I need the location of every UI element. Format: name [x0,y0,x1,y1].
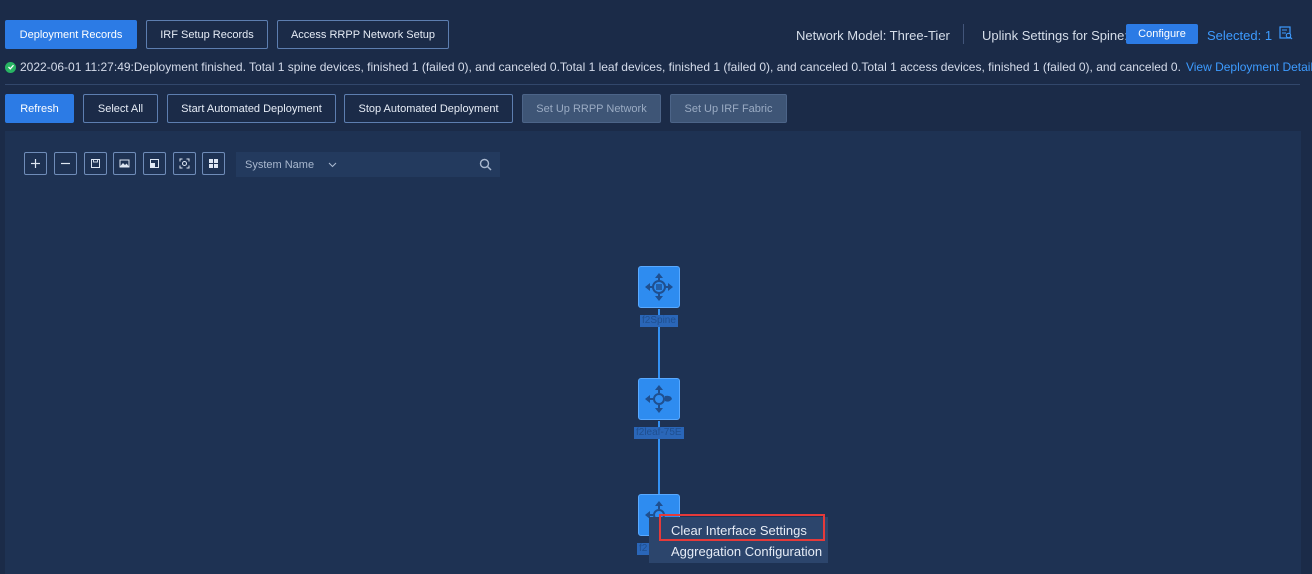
save-icon[interactable] [84,152,107,175]
tab-irf-setup-records[interactable]: IRF Setup Records [146,20,268,49]
success-check-icon [5,61,16,73]
network-model-label: Network Model: Three-Tier [796,27,950,43]
access-node-label: f2 [637,543,650,555]
leaf-node-label: f2leaf-75E [634,427,684,439]
start-automated-deployment-button[interactable]: Start Automated Deployment [167,94,336,123]
spine-switch-icon [645,273,673,301]
select-all-button[interactable]: Select All [83,94,158,123]
leaf-switch-icon [645,385,672,413]
fit-window-icon[interactable] [143,152,166,175]
spine-switch-node[interactable] [638,266,680,308]
selection-list-icon[interactable] [1279,26,1293,40]
zoom-out-icon[interactable] [54,152,77,175]
stop-automated-deployment-button[interactable]: Stop Automated Deployment [344,94,513,123]
tab-access-rrpp-network-setup[interactable]: Access RRPP Network Setup [277,20,449,49]
spine-node-label: f2Spine [640,315,678,327]
search-field-label: System Name [245,158,315,171]
selected-count[interactable]: Selected: 1 [1207,26,1272,44]
header-separator [963,24,964,44]
layout-grid-icon[interactable] [202,152,225,175]
set-up-rrpp-network-button[interactable]: Set Up RRPP Network [522,94,661,123]
topology-search[interactable]: System Name [236,152,500,177]
tab-deployment-records[interactable]: Deployment Records [5,20,137,49]
highlight-box [659,514,825,541]
focus-center-icon[interactable] [173,152,196,175]
set-up-irf-fabric-button[interactable]: Set Up IRF Fabric [670,94,787,123]
uplink-settings-label: Uplink Settings for Spine: [982,27,1128,43]
status-message: 2022-06-01 11:27:49:Deployment finished.… [20,60,1181,74]
aggregation-configuration-item[interactable]: Aggregation Configuration [671,544,822,559]
view-deployment-details-link[interactable]: View Deployment Details [1186,60,1312,74]
leaf-switch-node[interactable] [638,378,680,420]
chevron-down-icon [328,162,337,168]
zoom-in-icon[interactable] [24,152,47,175]
configure-button[interactable]: Configure [1126,24,1198,44]
section-divider [5,84,1300,85]
deployment-status: 2022-06-01 11:27:49:Deployment finished.… [5,59,1312,75]
export-image-icon[interactable] [113,152,136,175]
search-icon[interactable] [479,158,492,171]
refresh-button[interactable]: Refresh [5,94,74,123]
search-field-select[interactable]: System Name [245,159,345,171]
